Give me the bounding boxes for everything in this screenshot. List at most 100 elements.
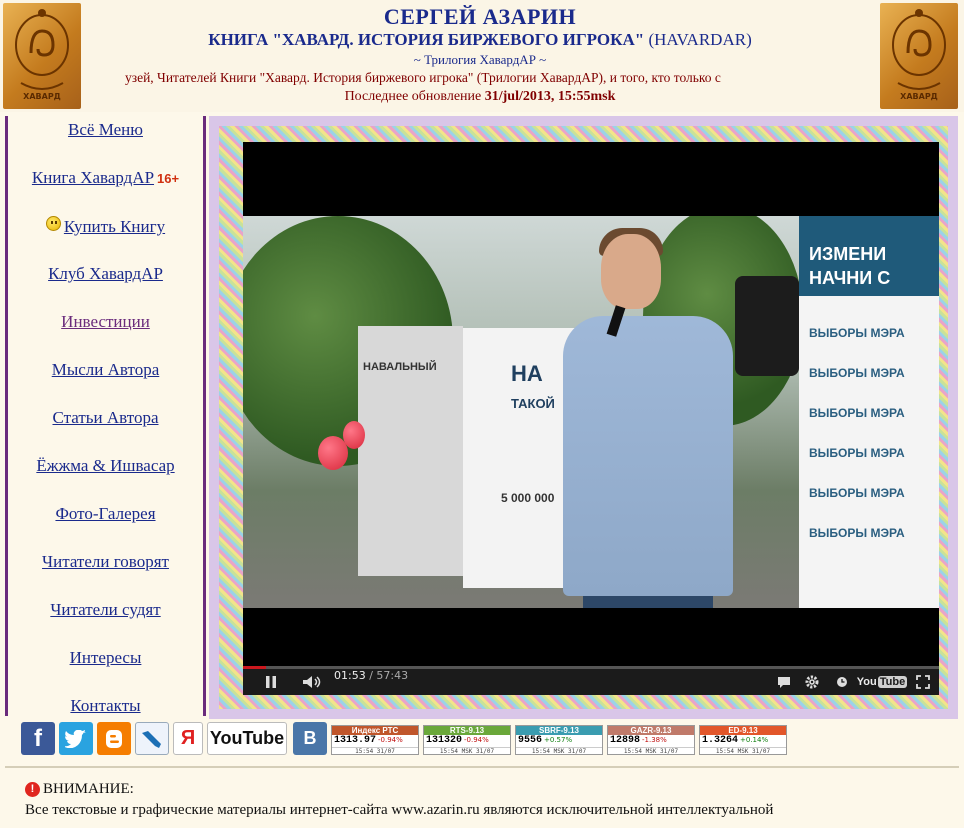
updated-label: Последнее обновление xyxy=(344,89,482,104)
nav-book[interactable]: Книга ХавардАР 16+ xyxy=(8,168,203,188)
nav-buy-label: Купить Книгу xyxy=(63,217,166,236)
yandex-icon: Я xyxy=(180,727,196,749)
ticker-name: Индекс РТС xyxy=(332,726,418,735)
fullscreen-button[interactable] xyxy=(911,669,935,695)
video-time: 01:53 / 57:43 xyxy=(334,669,408,682)
time-separator: / xyxy=(365,669,377,682)
ticker-change: -0.94% xyxy=(378,736,403,744)
subtitle-main: КНИГА "ХАВАРД. ИСТОРИЯ БИРЖЕВОГО ИГРОКА" xyxy=(208,30,645,49)
havard-logo-left[interactable]: ХАВАРД xyxy=(3,3,81,109)
ticker-change: +0.14% xyxy=(740,736,769,744)
nav-all-menu[interactable]: Всё Меню xyxy=(8,120,203,140)
vk-button[interactable]: В xyxy=(293,722,327,755)
banner-repeat-text: ВЫБОРЫ МЭРА xyxy=(809,486,905,500)
nav-photo-gallery[interactable]: Фото-Галерея xyxy=(8,504,203,524)
ticker-rts-index[interactable]: Индекс РТС 1313.97 -0.94% 15:54 31/07 xyxy=(331,725,419,755)
video-player[interactable]: НАВАЛЬНЫЙ НА ТАКОЙ 5 000 000 ИЗМЕНИ НАЧН… xyxy=(243,142,939,695)
captions-button[interactable] xyxy=(773,669,795,695)
subtitle-note: (HAVARDAR) xyxy=(648,30,752,49)
current-time: 01:53 xyxy=(334,669,366,682)
banner-line-2: НАЧНИ С xyxy=(809,268,891,288)
page: ХАВАРД СЕРГЕЙ АЗАРИН КНИГА "ХАВАРД. ИСТО… xyxy=(0,0,964,828)
logo-text: ХАВАРД xyxy=(23,92,61,101)
pause-button[interactable] xyxy=(259,669,283,695)
ticker-name: RTS-9.13 xyxy=(424,726,510,735)
yandex-button[interactable]: Я xyxy=(173,722,203,755)
ticker-value: 9556 xyxy=(518,735,543,746)
twitter-bird-icon xyxy=(65,729,86,748)
havard-logo-right[interactable]: ХАВАРД xyxy=(880,3,958,109)
site-subtitle: КНИГА "ХАВАРД. ИСТОРИЯ БИРЖЕВОГО ИГРОКА"… xyxy=(90,30,870,50)
scrolling-greeting: узей, Читателей Книги "Хавард. История б… xyxy=(125,70,721,85)
stand-number: 5 000 000 xyxy=(501,491,555,505)
divider xyxy=(5,766,959,768)
nav-author-thoughts[interactable]: Мысли Автора xyxy=(8,360,203,380)
ticker-sbrf[interactable]: SBRF-9.13 9556 +0.57% 15:54 MSK 31/07 xyxy=(515,725,603,755)
ticker-date: 15:54 MSK 31/07 xyxy=(516,747,602,755)
ticker-ed[interactable]: ED-9.13 1.3264 +0.14% 15:54 MSK 31/07 xyxy=(699,725,787,755)
ticker-value-row: 131320 -0.94% xyxy=(424,735,510,747)
nav-readers-say[interactable]: Читатели говорят xyxy=(8,552,203,572)
youtube-button[interactable]: YouTube xyxy=(207,722,287,755)
ticker-change: +0.57% xyxy=(544,736,573,744)
sidebar-nav: Всё Меню Книга ХавардАР 16+ Купить Книгу … xyxy=(5,116,206,716)
site-title: СЕРГЕЙ АЗАРИН xyxy=(383,4,577,29)
stand-right-sub: ТАКОЙ xyxy=(511,396,555,411)
speaker-head xyxy=(601,234,661,309)
ticker-gazr[interactable]: GAZR-9.13 12898 -1.38% 15:54 MSK 31/07 xyxy=(607,725,695,755)
video-frame: НАВАЛЬНЫЙ НА ТАКОЙ 5 000 000 ИЗМЕНИ НАЧН… xyxy=(209,116,958,719)
notice-heading-text: ВНИМАНИЕ: xyxy=(43,781,134,797)
ticker-change: -1.38% xyxy=(642,736,667,744)
banner-line-1: ИЗМЕНИ xyxy=(809,244,887,264)
ticker-value: 1313.97 xyxy=(334,735,377,746)
site-header: ХАВАРД СЕРГЕЙ АЗАРИН КНИГА "ХАВАРД. ИСТО… xyxy=(0,0,964,112)
video-frame-image[interactable]: НАВАЛЬНЫЙ НА ТАКОЙ 5 000 000 ИЗМЕНИ НАЧН… xyxy=(243,216,939,608)
nav-interests[interactable]: Интересы xyxy=(8,648,203,668)
youtube-icon: YouTube xyxy=(209,728,285,748)
settings-button[interactable] xyxy=(801,669,823,695)
ticker-value: 1.3264 xyxy=(702,735,739,746)
stand-left-text: НАВАЛЬНЫЙ xyxy=(363,361,437,373)
smiley-icon xyxy=(45,216,61,231)
twitter-button[interactable] xyxy=(59,722,93,755)
watch-later-button[interactable] xyxy=(831,669,853,695)
vk-icon: В xyxy=(303,728,317,748)
nav-yozhma[interactable]: Ёжжма & Ишвасар xyxy=(8,456,203,476)
ticker-date: 15:54 MSK 31/07 xyxy=(608,747,694,755)
nav-author-articles[interactable]: Статьи Автора xyxy=(8,408,203,428)
facebook-icon: f xyxy=(34,724,42,752)
blogger-button[interactable] xyxy=(97,722,131,755)
ticker-date: 15:54 MSK 31/07 xyxy=(700,747,786,755)
banner-repeat-text: ВЫБОРЫ МЭРА xyxy=(809,366,905,380)
video-controls: 01:53 / 57:43 You Tube xyxy=(243,669,939,695)
ticker-date: 15:54 31/07 xyxy=(332,747,418,755)
youtube-logo-button[interactable]: You Tube xyxy=(857,669,908,695)
nav-contacts[interactable]: Контакты xyxy=(8,696,203,716)
nav-club[interactable]: Клуб ХавардАР xyxy=(8,264,203,284)
notice-heading: ! ВНИМАНИЕ: xyxy=(25,781,134,798)
ticker-value: 131320 xyxy=(426,735,463,746)
gear-icon xyxy=(805,675,819,689)
ticker-value-row: 9556 +0.57% xyxy=(516,735,602,747)
ticker-value: 12898 xyxy=(610,735,641,746)
ticker-value-row: 12898 -1.38% xyxy=(608,735,694,747)
facebook-button[interactable]: f xyxy=(21,722,55,755)
fullscreen-icon xyxy=(916,675,930,689)
ticker-name: ED-9.13 xyxy=(700,726,786,735)
ticker-date: 15:54 MSK 31/07 xyxy=(424,747,510,755)
ticker-rts-fut[interactable]: RTS-9.13 131320 -0.94% 15:54 MSK 31/07 xyxy=(423,725,511,755)
nav-readers-judge[interactable]: Читатели судят xyxy=(8,600,203,620)
duration: 57:43 xyxy=(376,669,409,682)
warning-icon: ! xyxy=(25,782,40,797)
banner-repeat-text: ВЫБОРЫ МЭРА xyxy=(809,326,905,340)
trilogy-label: ~ Трилогия ХавардАР ~ xyxy=(413,52,547,67)
banner-repeat-text: ВЫБОРЫ МЭРА xyxy=(809,526,905,540)
stand-right-text: НА xyxy=(511,361,543,386)
livejournal-pencil-icon xyxy=(142,730,161,748)
captions-icon xyxy=(778,677,790,688)
nav-buy-book[interactable]: Купить Книгу xyxy=(8,216,203,237)
volume-button[interactable] xyxy=(299,669,325,695)
nav-investments[interactable]: Инвестиции xyxy=(8,312,203,332)
ticker-value-row: 1.3264 +0.14% xyxy=(700,735,786,747)
livejournal-button[interactable] xyxy=(135,722,169,755)
